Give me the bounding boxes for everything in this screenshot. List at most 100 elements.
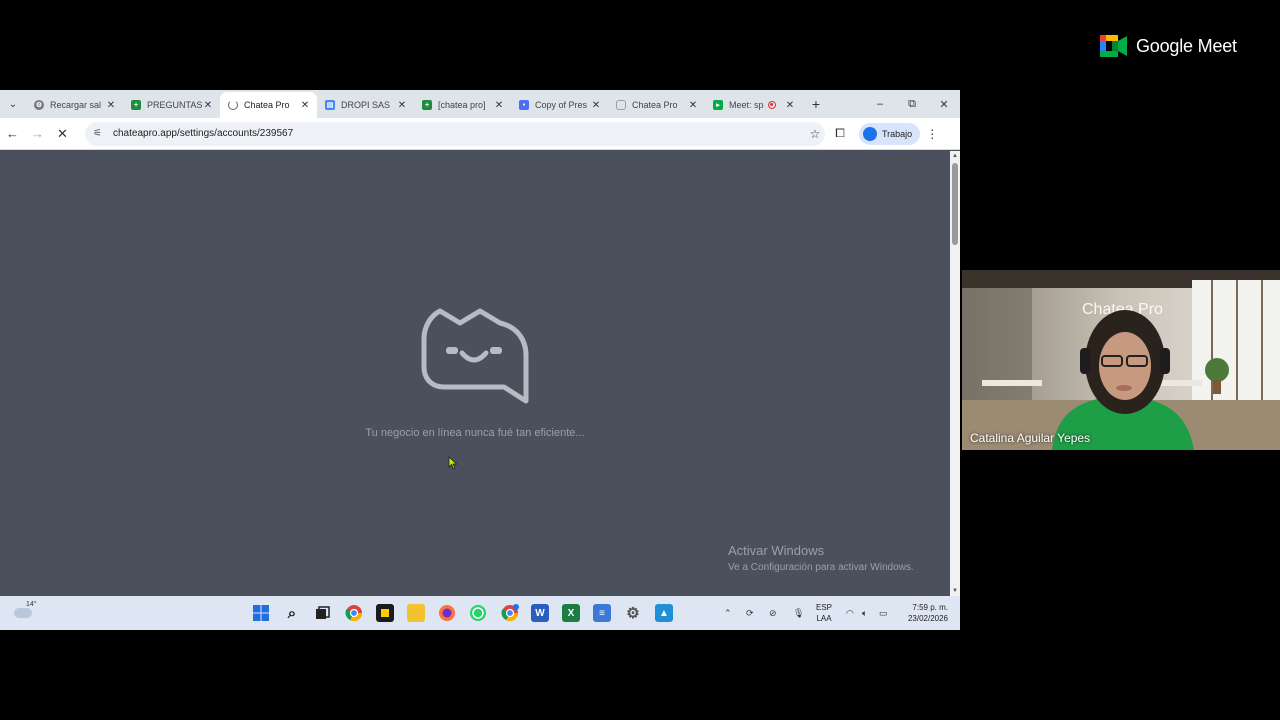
windows-taskbar: 14° ⌕ W X ≡ ⚙ ▲ ⌃ ⟳ ⊘ 🎙︎ ESP LAA ◠ 🔈︎ ▭ … xyxy=(0,596,960,630)
photos-icon[interactable]: ▲ xyxy=(655,604,673,622)
cloud-icon xyxy=(14,608,32,618)
tab-title: Recargar sal xyxy=(50,100,102,110)
close-icon[interactable]: ✕ xyxy=(784,100,796,111)
participant-video: Chatea Pro xyxy=(962,270,1280,450)
meeting-view: Google Meet Chatea Pro Catalina Aguilar … xyxy=(0,0,1280,720)
weather-widget[interactable]: 14° xyxy=(12,601,37,622)
page-content: Tu negocio en línea nunca fué tan eficie… xyxy=(0,151,950,596)
tab-title: [chatea pro] xyxy=(438,100,486,110)
sheets-favicon-icon: + xyxy=(131,100,141,110)
sticky-notes-icon[interactable] xyxy=(376,604,394,622)
mouse-cursor-icon xyxy=(448,456,458,470)
scrollbar-thumb[interactable] xyxy=(952,163,958,245)
participant-tile[interactable]: Chatea Pro Catalina Aguilar Yepes xyxy=(962,270,1280,450)
browser-toolbar: ← → ✕ ⚟ chateapro.app/settings/accounts/… xyxy=(0,118,960,150)
browser-tab[interactable]: ⚙ Recargar sal ✕ xyxy=(26,92,123,118)
close-icon[interactable]: ✕ xyxy=(687,100,699,111)
shared-screen: ⌄ ⚙ Recargar sal ✕ + PREGUNTAS ✕ Chatea … xyxy=(0,90,960,630)
weather-temperature: 14° xyxy=(26,601,37,608)
tab-title: Meet: sp xyxy=(729,100,764,110)
extensions-puzzle-icon[interactable]: ⧠ xyxy=(825,126,855,141)
word-icon[interactable]: W xyxy=(531,604,549,622)
clock-time: 7:59 p. m. xyxy=(912,603,948,612)
close-icon[interactable]: ✕ xyxy=(202,100,214,111)
watermark-title: Activar Windows xyxy=(728,543,825,558)
windows-activation-watermark: Activar Windows Ve a Configuración para … xyxy=(728,543,914,573)
profile-button[interactable]: Trabajo xyxy=(859,122,921,145)
file-explorer-icon[interactable] xyxy=(407,604,425,622)
tab-title: Copy of Pres xyxy=(535,100,588,110)
url-text: chateapro.app/settings/accounts/239567 xyxy=(113,128,294,139)
keyboard-layout: LAA xyxy=(816,614,832,623)
google-meet-logo: Google Meet xyxy=(1100,35,1237,57)
tab-title: PREGUNTAS xyxy=(147,100,202,110)
search-icon[interactable]: ⌕ xyxy=(283,604,301,622)
tab-title: DROPI SAS xyxy=(341,100,391,110)
participant-name: Catalina Aguilar Yepes xyxy=(970,431,1091,445)
back-arrow-icon[interactable]: ← xyxy=(0,118,25,150)
windows-start-icon[interactable] xyxy=(252,604,270,622)
browser-tab[interactable]: + PREGUNTAS ✕ xyxy=(123,92,220,118)
meet-app-name: Google Meet xyxy=(1136,35,1237,56)
meet-favicon-icon: ▸ xyxy=(713,100,723,110)
new-tab-button[interactable]: + xyxy=(806,96,826,112)
input-language-indicator[interactable]: ESP LAA xyxy=(816,602,832,624)
firefox-icon[interactable] xyxy=(438,604,456,622)
close-icon[interactable]: ✕ xyxy=(493,100,505,111)
watermark-subtitle: Ve a Configuración para activar Windows. xyxy=(728,562,914,573)
microphone-icon[interactable]: 🎙︎ xyxy=(793,596,804,630)
volume-icon[interactable]: 🔈︎ xyxy=(862,596,867,630)
forward-arrow-icon[interactable]: → xyxy=(25,118,50,150)
chrome-profile-icon[interactable] xyxy=(501,604,519,622)
browser-tab[interactable]: + [chatea pro] ✕ xyxy=(414,92,511,118)
wifi-icon[interactable]: ◠ xyxy=(846,596,854,630)
browser-tab-strip: ⌄ ⚙ Recargar sal ✕ + PREGUNTAS ✕ Chatea … xyxy=(0,90,960,118)
chat-favicon-icon xyxy=(616,100,626,110)
battery-icon[interactable]: ▭ xyxy=(879,596,888,630)
cloud-off-icon[interactable]: ⊘ xyxy=(769,596,777,630)
minimize-icon[interactable]: – xyxy=(864,90,896,118)
chat-bot-logo-icon xyxy=(421,308,529,404)
close-icon[interactable]: ✕ xyxy=(396,100,408,111)
site-settings-icon[interactable]: ⚟ xyxy=(93,128,107,139)
whatsapp-icon[interactable] xyxy=(469,604,487,622)
browser-tab[interactable]: ▸ Meet: sp ✕ xyxy=(705,92,802,118)
browser-tab[interactable]: ▤ DROPI SAS ✕ xyxy=(317,92,414,118)
excel-icon[interactable]: X xyxy=(562,604,580,622)
sync-icon[interactable]: ⟳ xyxy=(746,596,754,630)
profile-label: Trabajo xyxy=(882,128,913,139)
browser-tab[interactable]: Chatea Pro ✕ xyxy=(608,92,705,118)
meet-logo-icon xyxy=(1100,35,1127,57)
browser-tab-active[interactable]: Chatea Pro ✕ xyxy=(220,92,317,118)
tray-overflow-icon[interactable]: ⌃ xyxy=(724,596,732,630)
stop-loading-icon[interactable]: ✕ xyxy=(50,118,75,150)
close-icon[interactable]: ✕ xyxy=(105,100,117,111)
browser-tab[interactable]: • Copy of Pres ✕ xyxy=(511,92,608,118)
tab-search-chevron-icon[interactable]: ⌄ xyxy=(0,90,26,118)
loading-spinner-icon xyxy=(228,100,238,110)
browser-menu-icon[interactable]: ⋮ xyxy=(920,127,944,141)
recording-icon xyxy=(768,101,776,109)
gear-favicon-icon: ⚙ xyxy=(34,100,44,110)
task-view-icon[interactable] xyxy=(313,604,331,622)
scroll-up-arrow-icon[interactable]: ▲ xyxy=(950,151,960,161)
restore-icon[interactable]: ⧉ xyxy=(896,90,928,118)
close-window-icon[interactable]: ✕ xyxy=(928,90,960,118)
profile-avatar-icon xyxy=(863,126,877,141)
system-clock[interactable]: 7:59 p. m. 23/02/2026 xyxy=(898,602,948,624)
settings-gear-icon[interactable]: ⚙ xyxy=(624,604,642,622)
bookmark-star-icon[interactable]: ☆ xyxy=(805,127,825,141)
vertical-scrollbar[interactable]: ▲ ▼ xyxy=(950,151,960,596)
clock-date: 23/02/2026 xyxy=(907,614,948,623)
chat-favicon-icon: • xyxy=(519,100,529,110)
close-icon[interactable]: ✕ xyxy=(299,100,311,111)
notepad-icon[interactable]: ≡ xyxy=(593,604,611,622)
sheets-favicon-icon: + xyxy=(422,100,432,110)
address-bar[interactable]: ⚟ chateapro.app/settings/accounts/239567… xyxy=(85,121,825,146)
scroll-down-arrow-icon[interactable]: ▼ xyxy=(950,586,960,596)
docs-favicon-icon: ▤ xyxy=(325,100,335,110)
language-code: ESP xyxy=(816,603,833,612)
close-icon[interactable]: ✕ xyxy=(590,100,602,111)
tab-title: Chatea Pro xyxy=(244,100,290,110)
chrome-icon[interactable] xyxy=(345,604,363,622)
